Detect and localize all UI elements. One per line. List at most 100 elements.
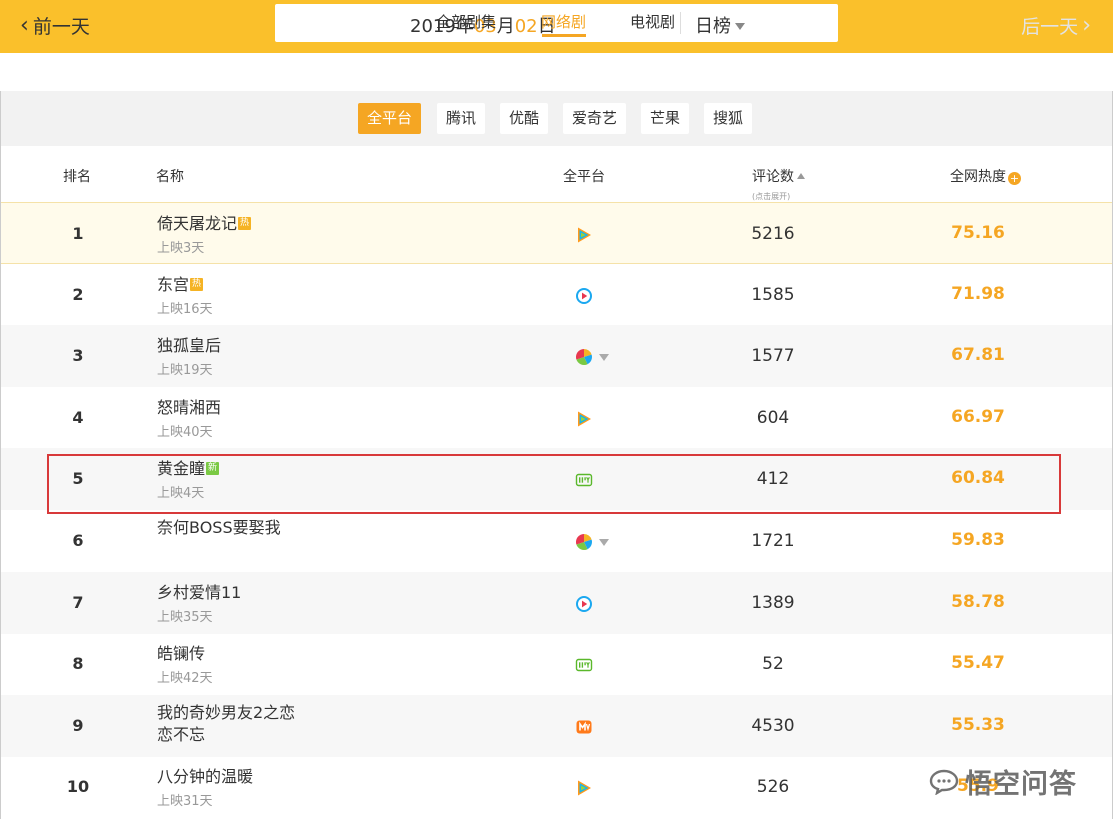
tab-tv-series[interactable]: 电视剧 [630, 11, 675, 32]
header-name: 名称 [156, 169, 184, 185]
platform-filter-sohu[interactable]: 搜狐 [704, 103, 753, 134]
table-row[interactable]: 6 奈何BOSS要娶我 1721 59.83 [1, 510, 1112, 572]
iqiyi-icon [575, 471, 593, 489]
sort-ascending-icon [797, 173, 805, 179]
table-row[interactable]: 5 黄金瞳新上映4天 412 60.84 [1, 448, 1112, 511]
prev-day-button[interactable]: ‹ 前一天 [20, 12, 90, 39]
row-heat: 60.84 [951, 468, 1005, 489]
row-comments: 52 [762, 654, 784, 675]
row-days-on-air: 上映3天 [157, 241, 205, 256]
hot-badge: 热 [190, 277, 204, 291]
tencent-icon [575, 410, 593, 428]
row-rank: 2 [72, 284, 84, 304]
row-title[interactable]: 奈何BOSS要娶我 [157, 517, 297, 539]
multi-platform-icon[interactable] [575, 533, 593, 551]
row-rank: 8 [72, 654, 84, 674]
category-tabs [0, 53, 1113, 91]
row-title[interactable]: 我的奇妙男友2之恋恋不忘 [157, 702, 297, 746]
next-day-button[interactable]: 后一天 › [1021, 12, 1091, 39]
row-days-on-air: 上映16天 [157, 301, 213, 317]
plus-circle-icon: + [1008, 172, 1021, 185]
header-heat-label: 全网热度 [950, 169, 1006, 185]
caret-down-icon[interactable] [599, 539, 609, 546]
table-row[interactable]: 1 倚天屠龙记热上映3天 5216 75.16 [1, 202, 1112, 264]
row-days-on-air: 上映19天 [157, 363, 213, 379]
row-heat: 55.33 [951, 714, 1005, 735]
header-comments[interactable]: 评论数 [752, 166, 805, 186]
prev-day-label: 前一天 [32, 16, 90, 38]
new-badge: 新 [206, 462, 220, 476]
tab-web-series[interactable]: 网络剧 [541, 11, 586, 32]
row-days-on-air: 上映31天 [157, 794, 213, 810]
header-comments-label: 评论数 [752, 169, 794, 185]
header-heat[interactable]: 全网热度 + [950, 166, 1021, 186]
watermark-text: 悟空问答 [965, 769, 1077, 800]
row-title-text: 八分钟的温暖 [157, 767, 254, 787]
tab-all-series[interactable]: 全部剧集 [436, 11, 496, 32]
row-title-text: 乡村爱情11 [157, 582, 242, 602]
row-title[interactable]: 东宫热 [157, 275, 204, 295]
chevron-right-icon: › [1082, 12, 1091, 38]
row-title[interactable]: 乡村爱情11 [157, 583, 241, 603]
ranking-period-label: 日榜 [695, 16, 731, 37]
chat-bubble-icon [929, 769, 959, 795]
row-rank: 7 [72, 592, 84, 612]
row-comments: 412 [756, 469, 790, 490]
tencent-icon [575, 226, 593, 244]
row-comments: 604 [756, 407, 790, 428]
table-row[interactable]: 3 独孤皇后上映19天 1577 67.81 [1, 325, 1112, 388]
row-comments: 1721 [751, 531, 795, 551]
table-row[interactable]: 9 我的奇妙男友2之恋恋不忘 4530 55.33 [1, 694, 1112, 757]
table-row[interactable]: 2 东宫热上映16天 1585 71.98 [1, 264, 1112, 326]
platform-filter-mango[interactable]: 芒果 [641, 103, 690, 134]
row-days-on-air: 上映35天 [157, 609, 213, 625]
row-heat: 67.81 [951, 345, 1005, 366]
platform-filter-iqiyi[interactable]: 爱奇艺 [563, 103, 627, 134]
row-rank: 10 [66, 777, 90, 797]
row-title[interactable]: 八分钟的温暖 [157, 767, 253, 787]
platform-filter-tencent[interactable]: 腾讯 [437, 103, 486, 134]
platform-filter-bar [1, 91, 1112, 146]
date-day: 02 [514, 16, 538, 37]
iqiyi-icon [575, 656, 593, 674]
row-title[interactable]: 皓镧传 [157, 644, 205, 664]
row-days-on-air: 上映40天 [157, 424, 213, 440]
row-heat: 75.16 [951, 223, 1005, 243]
row-title-text: 皓镧传 [157, 644, 206, 664]
divider [680, 12, 681, 34]
ranking-period-select[interactable]: 日榜 [695, 12, 745, 38]
active-tab-underline [542, 34, 586, 37]
row-title-text: 奈何BOSS要娶我 [157, 518, 281, 537]
table-row[interactable]: 8 皓镧传上映42天 52 55.47 [1, 633, 1112, 695]
row-days-on-air: 上映42天 [157, 671, 213, 687]
row-title-text: 倚天屠龙记 [157, 214, 238, 233]
header-platform: 全平台 [563, 169, 605, 185]
row-rank: 6 [72, 531, 84, 550]
row-comments: 526 [756, 777, 790, 798]
row-comments: 5216 [751, 224, 795, 244]
row-heat: 71.98 [951, 283, 1005, 304]
row-comments: 1389 [751, 592, 795, 613]
caret-down-icon[interactable] [599, 354, 609, 362]
youku-icon [575, 287, 593, 305]
row-comments: 1577 [751, 346, 795, 367]
row-heat: 55.47 [951, 653, 1005, 674]
platform-filter-all[interactable]: 全平台 [358, 103, 422, 134]
row-rank: 1 [72, 224, 84, 243]
row-rank: 4 [72, 407, 84, 427]
tencent-icon [575, 779, 593, 797]
caret-down-icon [735, 22, 745, 30]
row-title[interactable]: 倚天屠龙记热 [157, 214, 252, 234]
multi-platform-icon[interactable] [575, 348, 593, 366]
row-rank: 3 [72, 346, 84, 366]
row-title[interactable]: 黄金瞳新 [157, 459, 220, 479]
row-comments: 4530 [751, 715, 795, 736]
row-title-text: 独孤皇后 [157, 336, 222, 356]
row-title[interactable]: 独孤皇后 [157, 336, 221, 356]
table-row[interactable]: 7 乡村爱情11 上映35天 1389 58.78 [1, 571, 1112, 634]
watermark: 悟空问答 [929, 762, 1077, 801]
row-title[interactable]: 怒晴湘西 [157, 398, 221, 418]
platform-filter-youku[interactable]: 优酷 [500, 103, 549, 134]
row-title-text: 黄金瞳 [157, 459, 206, 479]
table-row[interactable]: 4 怒晴湘西 上映40天 604 66.97 [1, 387, 1112, 449]
